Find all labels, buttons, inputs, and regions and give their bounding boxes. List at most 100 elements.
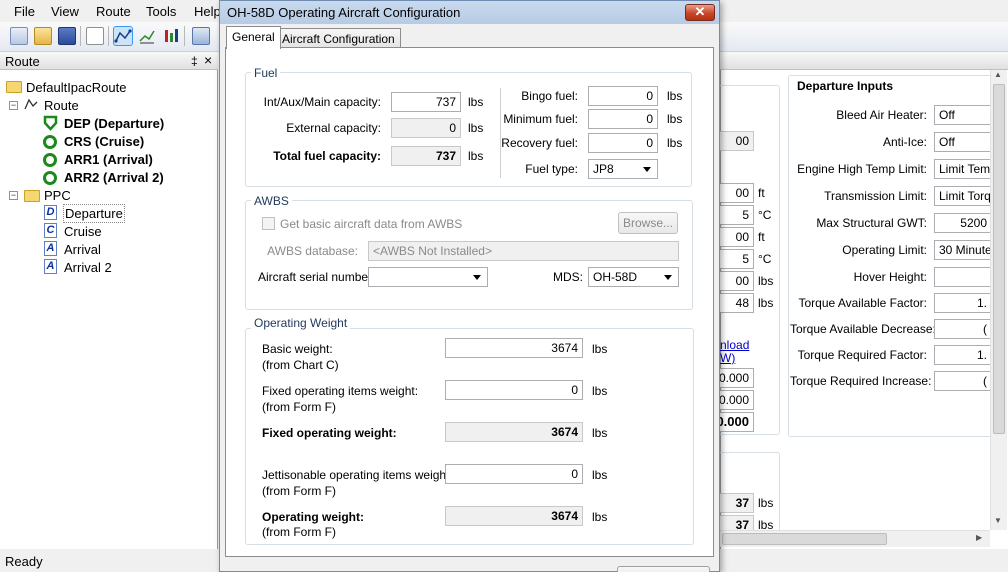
menu-view[interactable]: View	[51, 4, 79, 19]
jettisonable-field[interactable]: 0	[445, 464, 583, 484]
menu-tools[interactable]: Tools	[146, 4, 176, 19]
dialog-title: OH-58D Operating Aircraft Configuration	[227, 5, 461, 20]
departure-input-label: Bleed Air Heater:	[836, 108, 927, 122]
collapse-icon[interactable]: −	[9, 191, 18, 200]
bingo-fuel-label: Bingo fuel:	[521, 89, 578, 103]
recovery-fuel-field[interactable]: 0	[588, 133, 658, 153]
ext-capacity-label: External capacity:	[286, 121, 381, 135]
tab-general[interactable]: General	[226, 26, 281, 49]
horizontal-scrollbar[interactable]: ▶	[720, 530, 990, 547]
toolbar-separator	[184, 26, 185, 46]
route-icon[interactable]	[113, 26, 133, 46]
fuel-type-label: Fuel type:	[525, 162, 578, 176]
tab-aircraft-configuration[interactable]: Aircraft Configuration	[276, 28, 401, 49]
departure-input-field[interactable]: Off	[934, 105, 992, 125]
vertical-scrollbar[interactable]: ▲ ▼	[990, 70, 1007, 530]
menu-route[interactable]: Route	[96, 4, 131, 19]
save-icon[interactable]	[58, 27, 76, 45]
tree-leg-arr2[interactable]: ARR2 (Arrival 2)	[64, 169, 164, 186]
int-capacity-label: Int/Aux/Main capacity:	[263, 95, 381, 109]
departure-input-field[interactable]: 30 Minute	[934, 240, 992, 260]
print-preview-icon[interactable]	[86, 27, 104, 45]
departure-input-field[interactable]: (	[934, 371, 992, 391]
payload-link-2[interactable]: W)	[720, 351, 735, 365]
scroll-thumb[interactable]	[993, 84, 1005, 434]
int-capacity-field[interactable]: 737	[391, 92, 461, 112]
minimum-fuel-label: Minimum fuel:	[503, 112, 578, 126]
tree-route[interactable]: Route	[44, 97, 79, 114]
tree-ppc-departure[interactable]: Departure	[63, 204, 125, 223]
payload-link[interactable]: nload	[720, 338, 749, 352]
jettisonable-label: Jettisonable operating items weight:	[262, 468, 453, 482]
scroll-right-icon[interactable]: ▶	[976, 533, 982, 542]
menu-file[interactable]: File	[14, 4, 35, 19]
tree-ppc-arrival[interactable]: Arrival	[64, 241, 101, 258]
unit-label: lbs	[592, 426, 608, 440]
route-icon	[24, 98, 38, 110]
collapse-icon[interactable]: −	[9, 101, 18, 110]
fuel-group-title: Fuel	[251, 66, 281, 80]
tree-root[interactable]: DefaultIpacRoute	[26, 79, 126, 96]
unit-label: lbs	[667, 89, 683, 103]
departure-input-field[interactable]: (	[934, 319, 992, 339]
status-text: Ready	[5, 554, 43, 569]
mds-select[interactable]: OH-58D	[588, 267, 679, 287]
departure-input-field[interactable]: 1.	[934, 345, 992, 365]
calculator-icon[interactable]	[192, 27, 210, 45]
departure-input-field[interactable]: 1.	[934, 293, 992, 313]
operating-weight-label: Operating weight:	[262, 510, 364, 524]
unit-label: lbs	[758, 274, 774, 288]
route-panel-title: Route	[5, 54, 40, 69]
tree-leg-dep[interactable]: DEP (Departure)	[64, 115, 164, 132]
tree-leg-crs[interactable]: CRS (Cruise)	[64, 133, 144, 150]
right-panel-header	[720, 52, 1008, 70]
menu-help[interactable]: Help	[194, 4, 221, 19]
departure-input-field[interactable]: Off	[934, 132, 992, 152]
close-panel-icon[interactable]: ×	[204, 52, 212, 68]
basic-weight-source: (from Chart C)	[262, 358, 339, 372]
arrival-ring-icon	[43, 171, 57, 185]
unit-label: lbs	[758, 496, 774, 510]
serial-number-select[interactable]	[368, 267, 488, 287]
cruise-doc-icon: C	[44, 223, 57, 238]
departure-input-field[interactable]: Limit Torqu	[934, 186, 992, 206]
tree-ppc-cruise[interactable]: Cruise	[64, 223, 102, 240]
fuel-type-select[interactable]: JP8	[588, 159, 658, 179]
departure-input-field[interactable]	[934, 267, 992, 287]
departure-doc-icon: D	[44, 205, 57, 220]
departure-input-label: Engine High Temp Limit:	[797, 162, 927, 176]
awbs-checkbox[interactable]	[262, 217, 275, 230]
awbs-database-label: AWBS database:	[267, 244, 358, 258]
bingo-fuel-field[interactable]: 0	[588, 86, 658, 106]
unit-label: lbs	[758, 296, 774, 310]
unit-label: lbs	[667, 112, 683, 126]
tree-ppc-arrival2[interactable]: Arrival 2	[64, 259, 112, 276]
scroll-down-icon[interactable]: ▼	[994, 516, 1002, 525]
weight-balance-icon[interactable]	[162, 27, 180, 45]
status-bar: Ready	[0, 549, 218, 572]
departure-shield-icon	[43, 115, 58, 131]
minimum-fuel-field[interactable]: 0	[588, 109, 658, 129]
dialog-ok-button[interactable]	[617, 566, 710, 572]
open-folder-icon[interactable]	[34, 27, 52, 45]
arrival2-doc-icon: A	[44, 259, 57, 274]
new-icon[interactable]	[10, 27, 28, 45]
browse-button[interactable]: Browse...	[618, 212, 678, 234]
tree-ppc[interactable]: PPC	[44, 187, 71, 204]
arrival-doc-icon: A	[44, 241, 57, 256]
unit-label: ft	[758, 230, 765, 244]
pin-icon[interactable]: ‡	[191, 54, 198, 68]
departure-input-field[interactable]: 5200	[934, 213, 992, 233]
awbs-group-title: AWBS	[251, 194, 292, 208]
fixed-items-field[interactable]: 0	[445, 380, 583, 400]
chart-icon[interactable]	[138, 27, 156, 45]
basic-weight-field[interactable]: 3674	[445, 338, 583, 358]
total-fuel-label: Total fuel capacity:	[273, 149, 381, 163]
dialog-close-button[interactable]: ✕	[685, 4, 715, 21]
toolbar-separator	[108, 26, 109, 46]
scroll-up-icon[interactable]: ▲	[994, 70, 1002, 79]
hscroll-thumb[interactable]	[722, 533, 887, 545]
tree-leg-arr1[interactable]: ARR1 (Arrival)	[64, 151, 153, 168]
fixed-items-source: (from Form F)	[262, 400, 336, 414]
departure-input-field[interactable]: Limit Temp	[934, 159, 992, 179]
